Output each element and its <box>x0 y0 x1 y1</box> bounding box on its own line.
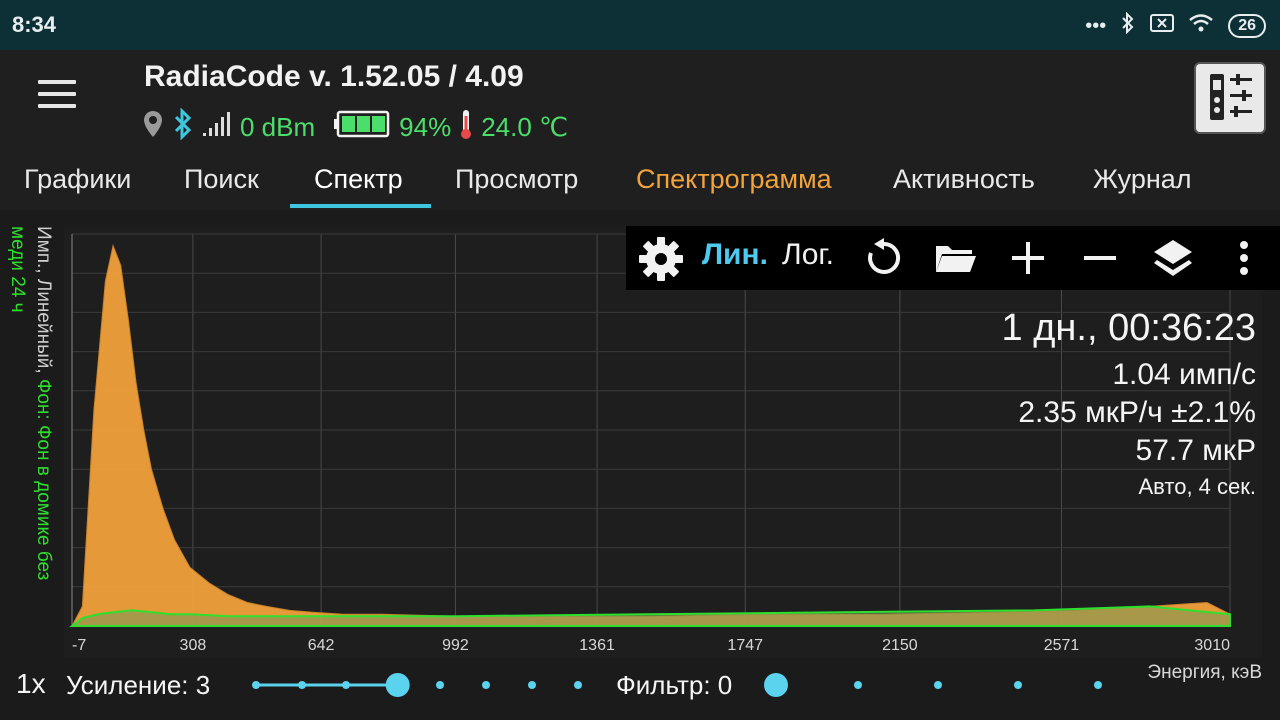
refresh-icon <box>868 238 901 274</box>
y-label-main: Имп., Линейный, <box>33 226 54 379</box>
x-tick-label: 2571 <box>1044 637 1080 654</box>
signal-strength: 0 dBm <box>240 112 316 142</box>
temperature: 24.0 ℃ <box>481 112 569 142</box>
tab-view[interactable]: Просмотр <box>455 164 578 195</box>
battery-status: 26 <box>1228 14 1266 38</box>
x-tick-label: 992 <box>442 637 469 654</box>
tab-graphs[interactable]: Графики <box>24 164 131 195</box>
filter-label: Фильтр: 0 <box>616 670 733 700</box>
wifi-icon <box>1188 13 1214 39</box>
sim-icon <box>1150 13 1175 39</box>
x-tick-label: 1747 <box>727 637 763 654</box>
gain-label: Усиление: 3 <box>66 670 211 700</box>
count-rate: 1.04 имп/с <box>1112 358 1256 391</box>
settings-button[interactable] <box>636 236 686 287</box>
y-label-background: Фон: Фон в домике без <box>33 379 54 580</box>
app-bar: RadiaCode v. 1.52.05 / 4.09 0 dBm 94% 24… <box>0 50 1280 146</box>
status-bar: 8:34 ••• 26 <box>0 0 1280 50</box>
tab-spectrogram[interactable]: Спектрограмма <box>636 164 832 195</box>
reset-button[interactable] <box>862 236 906 285</box>
bottom-controls: 1x Усиление: 3 Фильтр: 0 Энергия, кэВ <box>0 660 1280 720</box>
battery-icon <box>333 110 391 145</box>
gain-slider-thumb[interactable] <box>385 673 410 697</box>
thermometer-icon <box>459 108 473 147</box>
folder-open-icon <box>936 246 976 272</box>
accumulated-dose: 57.7 мкР <box>1135 434 1256 467</box>
zoom-out-button[interactable] <box>1078 236 1122 285</box>
tab-search[interactable]: Поиск <box>184 164 259 195</box>
tab-indicator <box>290 204 431 208</box>
battery-percent: 94% <box>399 112 452 142</box>
tab-journal[interactable]: Журнал <box>1093 164 1192 195</box>
gear-icon <box>639 237 683 281</box>
bluetooth-connected-icon <box>172 107 194 147</box>
minus-icon <box>1084 256 1116 260</box>
more-vert-icon <box>1240 241 1248 275</box>
layers-button[interactable] <box>1150 236 1196 287</box>
x-tick-label: 642 <box>308 637 335 654</box>
dose-rate: 2.35 мкР/ч ±2.1% <box>1018 396 1256 429</box>
more-dots-icon: ••• <box>1085 14 1107 37</box>
device-settings-button[interactable] <box>1194 62 1266 134</box>
bluetooth-icon <box>1120 11 1136 40</box>
tab-bar: Графики Поиск Спектр Просмотр Спектрогра… <box>0 146 1280 210</box>
linear-mode-button[interactable]: Лин. <box>702 238 768 272</box>
x-axis-label: Энергия, кэВ <box>1147 662 1262 683</box>
layers-icon <box>1154 240 1192 276</box>
x-tick-label: 2150 <box>882 637 918 654</box>
location-icon <box>142 109 164 146</box>
y-axis-label: Имп., Линейный, Фон: Фон в домике без ме… <box>0 226 56 646</box>
chart-toolbar: Лин. Лог. <box>626 226 1280 290</box>
update-mode: Авто, 4 сек. <box>1138 474 1257 499</box>
menu-button[interactable] <box>38 80 76 114</box>
y-label-background-2: меди 24 ч <box>7 226 28 313</box>
device-info: 0 dBm 94% 24.0 ℃ <box>142 107 569 147</box>
plus-icon <box>1012 242 1044 274</box>
open-file-button[interactable] <box>932 236 978 285</box>
x-tick-label: 308 <box>180 637 207 654</box>
x-tick-label: 1361 <box>579 637 615 654</box>
app-title: RadiaCode v. 1.52.05 / 4.09 <box>144 60 524 93</box>
filter-slider-thumb[interactable] <box>764 673 788 697</box>
x-tick-label: 3010 <box>1194 637 1230 654</box>
signal-icon <box>202 111 232 144</box>
sliders-icon <box>1210 74 1252 120</box>
more-options-button[interactable] <box>1224 236 1264 285</box>
zoom-in-button[interactable] <box>1006 236 1050 285</box>
measurement-duration: 1 дн., 00:36:23 <box>1001 307 1256 349</box>
status-time: 8:34 <box>12 12 57 37</box>
log-mode-button[interactable]: Лог. <box>782 238 834 272</box>
measurement-stats: 1 дн., 00:36:23 1.04 имп/с 2.35 мкР/ч ±2… <box>1002 306 1256 504</box>
speed-button[interactable]: 1x <box>16 668 46 700</box>
status-icons: ••• 26 <box>1085 11 1266 40</box>
tab-activity[interactable]: Активность <box>893 164 1035 195</box>
gain-slider[interactable] <box>246 670 586 700</box>
x-tick-label: -7 <box>72 637 86 654</box>
svg-text:Имп., Линейный, Фон: Фон в дом: Имп., Линейный, Фон: Фон в домике без <box>33 226 54 580</box>
tab-spectrum[interactable]: Спектр <box>314 164 403 195</box>
filter-slider[interactable] <box>762 670 1112 700</box>
